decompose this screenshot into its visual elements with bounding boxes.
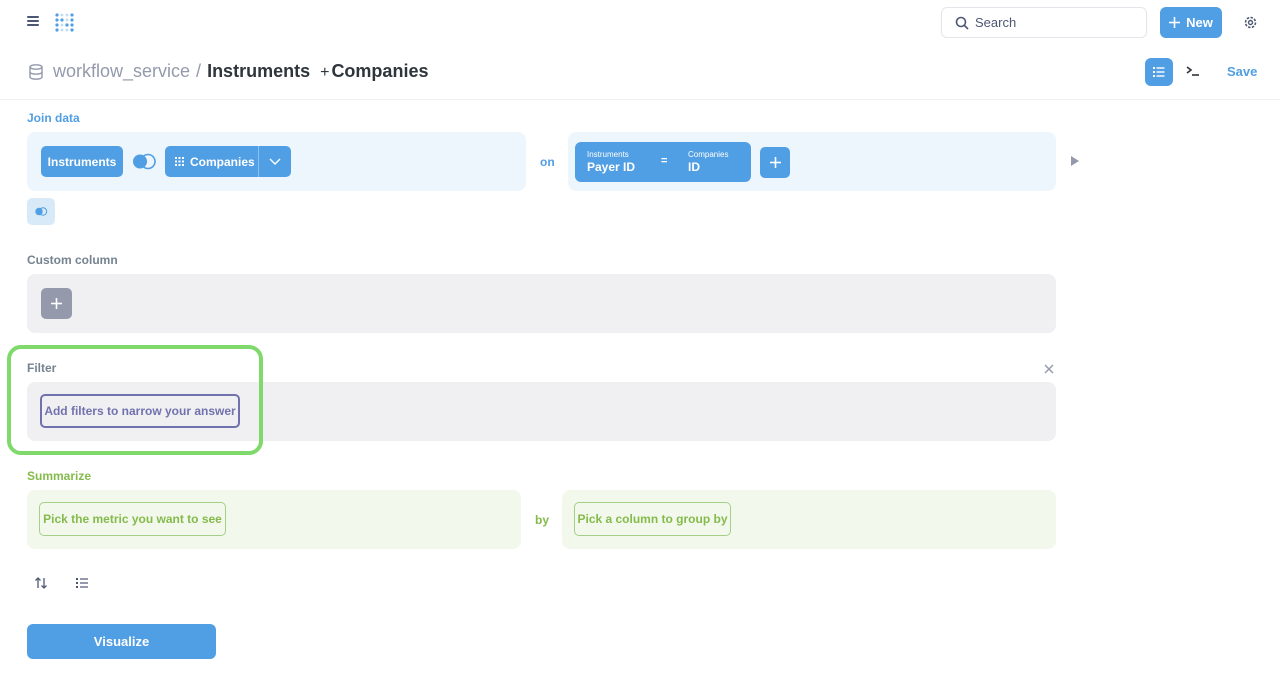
add-condition-button[interactable] (760, 147, 790, 178)
custom-column-panel (27, 274, 1056, 333)
join-type-icon[interactable] (130, 153, 158, 170)
condition-left-column[interactable]: Payer ID (587, 160, 635, 174)
breadcrumb-join-plus: + (320, 64, 330, 81)
search-bar[interactable]: Search (941, 7, 1147, 38)
join-icon (35, 207, 48, 216)
condition-right-column[interactable]: ID (688, 160, 700, 174)
plus-icon (769, 157, 781, 168)
join-right-table-picker[interactable]: Companies (165, 146, 291, 177)
condition-left-table: Instruments (587, 150, 629, 159)
filter-highlight-outline (7, 345, 263, 455)
visualize-button[interactable]: Visualize (27, 624, 216, 659)
add-join-button[interactable] (27, 198, 55, 225)
pick-metric-button[interactable]: Pick the metric you want to see (39, 502, 226, 536)
pick-group-column-button[interactable]: Pick a column to group by (574, 502, 731, 536)
summarize-by-label: by (535, 513, 550, 527)
terminal-icon[interactable] (1186, 64, 1200, 78)
search-label: Search (975, 15, 1017, 30)
search-icon (955, 16, 969, 30)
save-button[interactable]: Save (1227, 64, 1257, 79)
list-icon (1153, 67, 1165, 77)
new-label: New (1186, 15, 1213, 30)
join-section-label: Join data (27, 111, 80, 125)
menu-icon[interactable] (27, 16, 39, 28)
plus-icon (51, 298, 62, 309)
join-left-table: Instruments (41, 146, 123, 177)
grid-icon (175, 157, 184, 166)
database-icon (29, 64, 43, 80)
header-divider (0, 99, 1280, 100)
breadcrumb-separator: / (196, 61, 202, 81)
breadcrumb: workflow_service / Instruments + Compani… (53, 61, 428, 85)
sort-icon[interactable] (34, 576, 48, 590)
preview-play-icon[interactable] (1071, 156, 1079, 166)
notebook-toggle-button[interactable] (1145, 58, 1173, 86)
custom-column-label: Custom column (27, 253, 118, 267)
metabase-logo-icon[interactable] (54, 12, 76, 34)
condition-right-table: Companies (688, 150, 729, 159)
join-condition[interactable]: Instruments Payer ID = Companies ID (575, 142, 751, 182)
chevron-down-icon[interactable] (259, 146, 291, 177)
summarize-section-label: Summarize (27, 469, 92, 483)
row-limit-icon[interactable] (75, 576, 89, 590)
gear-icon[interactable] (1243, 15, 1258, 30)
plus-icon (1169, 17, 1181, 28)
condition-operator[interactable]: = (661, 155, 667, 167)
join-on-label: on (540, 155, 555, 169)
add-custom-column-button[interactable] (41, 288, 72, 319)
breadcrumb-table[interactable]: Instruments (207, 61, 310, 82)
close-icon[interactable] (1043, 362, 1055, 374)
join-right-table-label: Companies (190, 154, 255, 169)
breadcrumb-joined-table: Companies (331, 61, 429, 81)
breadcrumb-database[interactable]: workflow_service (53, 61, 190, 82)
new-button[interactable]: New (1160, 7, 1222, 38)
